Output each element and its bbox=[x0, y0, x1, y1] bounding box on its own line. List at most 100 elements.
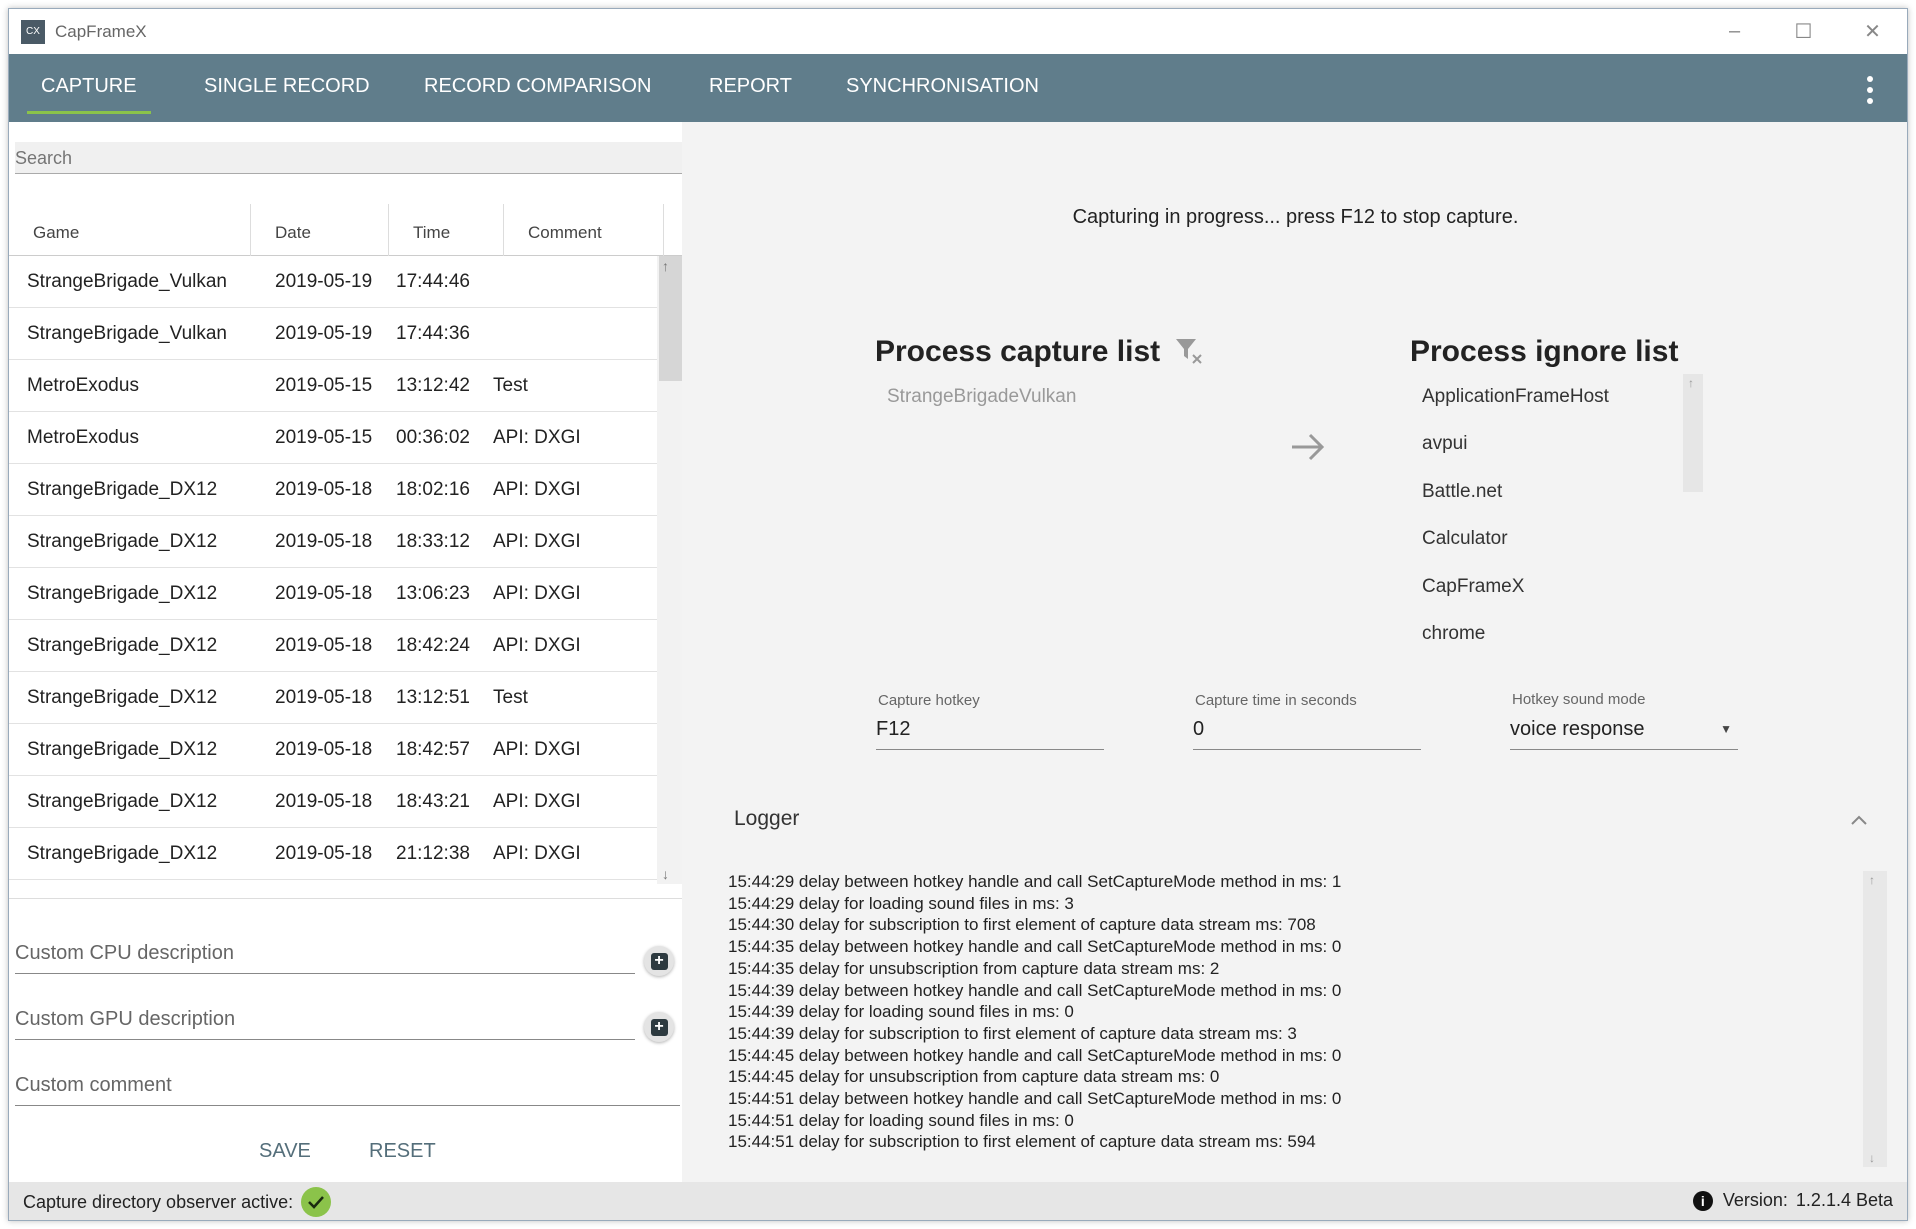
cell-time: 21:12:38 bbox=[396, 843, 470, 864]
cell-comment: API: DXGI bbox=[493, 479, 581, 500]
version-info: i Version: 1.2.1.4 Beta bbox=[1692, 1190, 1893, 1211]
filter-remove-icon[interactable] bbox=[1174, 335, 1204, 365]
capture-panel: Capturing in progress... press F12 to st… bbox=[682, 122, 1907, 1182]
capture-hotkey-label: Capture hotkey bbox=[878, 692, 980, 709]
ignore-list-item[interactable]: ApplicationFrameHost bbox=[1422, 386, 1609, 408]
add-cpu-button[interactable]: + bbox=[644, 946, 674, 976]
cell-date: 2019-05-18 bbox=[275, 687, 373, 708]
records-panel: Game Date Time Comment StrangeBrigade_Vu… bbox=[9, 122, 682, 1182]
cell-game: StrangeBrigade_DX12 bbox=[27, 479, 218, 500]
table-row[interactable]: StrangeBrigade_DX12 2019-05-18 18:42:57 API… bbox=[9, 724, 657, 776]
column-header-comment[interactable]: Comment bbox=[504, 204, 664, 256]
reset-button[interactable]: RESET bbox=[369, 1140, 436, 1163]
tab-report[interactable]: REPORT bbox=[685, 54, 816, 122]
cell-date: 2019-05-18 bbox=[275, 739, 373, 760]
window-controls: – ☐ ✕ bbox=[1700, 9, 1907, 54]
cell-comment: API: DXGI bbox=[493, 583, 581, 604]
ignore-list-item[interactable]: Battle.net bbox=[1422, 481, 1502, 503]
cell-comment: API: DXGI bbox=[493, 531, 581, 552]
divider bbox=[9, 898, 682, 899]
chevron-up-icon[interactable] bbox=[1847, 808, 1871, 832]
scroll-up-icon[interactable]: ↑ bbox=[1869, 873, 1875, 887]
capture-hotkey-input[interactable]: F12 bbox=[876, 714, 1104, 750]
dropdown-arrow-icon: ▼ bbox=[1720, 722, 1732, 736]
ignore-list-scrollbar[interactable]: ↑ bbox=[1683, 374, 1703, 492]
log-line: 15:44:39 delay for loading sound files i… bbox=[728, 1002, 1074, 1022]
capture-time-input[interactable]: 0 bbox=[1193, 714, 1421, 750]
sound-mode-select[interactable]: voice response ▼ bbox=[1510, 714, 1738, 750]
version-value: 1.2.1.4 Beta bbox=[1795, 1190, 1893, 1210]
custom-gpu-field[interactable]: Custom GPU description bbox=[15, 1000, 635, 1040]
plus-icon: + bbox=[650, 952, 668, 970]
capture-list-item[interactable]: StrangeBrigadeVulkan bbox=[887, 386, 1076, 408]
cell-date: 2019-05-18 bbox=[275, 791, 373, 812]
more-vert-icon[interactable] bbox=[1867, 76, 1873, 104]
table-row[interactable]: StrangeBrigade_DX12 2019-05-18 18:43:21 API… bbox=[9, 776, 657, 828]
table-row[interactable]: MetroExodus 2019-05-15 00:36:02 API: DXGI bbox=[9, 412, 657, 464]
table-row[interactable]: StrangeBrigade_DX12 2019-05-18 13:12:51 Tes… bbox=[9, 672, 657, 724]
capture-status-message: Capturing in progress... press F12 to st… bbox=[1072, 206, 1519, 228]
cell-comment: Test bbox=[493, 687, 528, 708]
app-logo: CX bbox=[21, 19, 45, 44]
ignore-list-item[interactable]: Calculator bbox=[1422, 528, 1508, 550]
log-line: 15:44:39 delay for subscription to first… bbox=[728, 1023, 1297, 1043]
search-field bbox=[15, 142, 682, 174]
log-line: 15:44:45 delay for unsubscription from c… bbox=[728, 1067, 1220, 1087]
cell-time: 18:42:24 bbox=[396, 635, 470, 656]
cell-comment: API: DXGI bbox=[493, 739, 581, 760]
cell-game: StrangeBrigade_DX12 bbox=[27, 583, 218, 604]
tab-capture[interactable]: CAPTURE bbox=[17, 54, 161, 122]
custom-cpu-field[interactable]: Custom CPU description bbox=[15, 934, 635, 974]
tab-record-comparison[interactable]: RECORD COMPARISON bbox=[400, 54, 675, 122]
status-bar: Capture directory observer active: i Ver… bbox=[9, 1182, 1907, 1220]
scroll-down-icon[interactable]: ↓ bbox=[662, 866, 669, 882]
column-header-game[interactable]: Game bbox=[9, 204, 251, 256]
tab-single-record[interactable]: SINGLE RECORD bbox=[180, 54, 394, 122]
column-header-date[interactable]: Date bbox=[251, 204, 389, 256]
ignore-list-item[interactable]: chrome bbox=[1422, 623, 1485, 645]
logger-scrollbar[interactable]: ↑ ↓ bbox=[1863, 871, 1887, 1167]
cell-game: StrangeBrigade_Vulkan bbox=[27, 271, 227, 292]
minimize-icon[interactable]: – bbox=[1700, 9, 1769, 54]
save-button[interactable]: SAVE bbox=[259, 1140, 311, 1163]
cell-comment: API: DXGI bbox=[493, 635, 581, 656]
table-row[interactable]: StrangeBrigade_DX12 2019-05-18 18:33:12 API… bbox=[9, 516, 657, 568]
search-input[interactable] bbox=[15, 148, 682, 169]
maximize-icon[interactable]: ☐ bbox=[1769, 9, 1838, 54]
capture-time-label: Capture time in seconds bbox=[1195, 692, 1357, 709]
window-title: CapFrameX bbox=[55, 21, 147, 41]
arrow-right-icon bbox=[1292, 433, 1325, 461]
version-label: Version: bbox=[1722, 1190, 1788, 1210]
table-row[interactable]: StrangeBrigade_DX12 2019-05-18 18:42:24 API… bbox=[9, 620, 657, 672]
ignore-list-item[interactable]: avpui bbox=[1422, 433, 1467, 455]
cell-time: 18:42:57 bbox=[396, 739, 470, 760]
check-icon bbox=[301, 1187, 332, 1217]
custom-comment-field[interactable]: Custom comment bbox=[15, 1066, 680, 1106]
log-line: 15:44:39 delay between hotkey handle and… bbox=[728, 980, 1342, 1000]
scroll-down-icon[interactable]: ↓ bbox=[1869, 1151, 1875, 1165]
cell-game: MetroExodus bbox=[27, 375, 139, 396]
table-row[interactable]: MetroExodus 2019-05-15 13:12:42 Test bbox=[9, 360, 657, 412]
cell-time: 18:02:16 bbox=[396, 479, 470, 500]
tab-synchronisation[interactable]: SYNCHRONISATION bbox=[822, 54, 1063, 122]
cell-comment: API: DXGI bbox=[493, 843, 581, 864]
cell-comment: API: DXGI bbox=[493, 427, 581, 448]
scroll-up-icon[interactable]: ↑ bbox=[662, 258, 669, 274]
records-table-body: StrangeBrigade_Vulkan 2019-05-19 17:44:46 S… bbox=[9, 256, 657, 882]
cell-comment: Test bbox=[493, 375, 528, 396]
table-row[interactable]: StrangeBrigade_DX12 2019-05-18 13:06:23 API… bbox=[9, 568, 657, 620]
info-icon[interactable]: i bbox=[1692, 1190, 1713, 1211]
cell-game: StrangeBrigade_Vulkan bbox=[27, 323, 227, 344]
add-gpu-button[interactable]: + bbox=[644, 1012, 674, 1042]
close-icon[interactable]: ✕ bbox=[1838, 9, 1907, 54]
table-row[interactable]: StrangeBrigade_Vulkan 2019-05-19 17:44:36 bbox=[9, 308, 657, 360]
table-row[interactable]: StrangeBrigade_DX12 2019-05-18 21:12:38 API… bbox=[9, 828, 657, 880]
column-header-time[interactable]: Time bbox=[389, 204, 504, 256]
table-scrollbar[interactable]: ↑ ↓ bbox=[657, 256, 682, 884]
ignore-list-item[interactable]: CapFrameX bbox=[1422, 576, 1524, 598]
log-line: 15:44:30 delay for subscription to first… bbox=[728, 915, 1316, 935]
scroll-up-icon[interactable]: ↑ bbox=[1688, 376, 1694, 390]
table-row[interactable]: StrangeBrigade_Vulkan 2019-05-19 17:44:46 bbox=[9, 256, 657, 308]
scrollbar-thumb[interactable] bbox=[659, 256, 682, 381]
table-row[interactable]: StrangeBrigade_DX12 2019-05-18 18:02:16 API… bbox=[9, 464, 657, 516]
